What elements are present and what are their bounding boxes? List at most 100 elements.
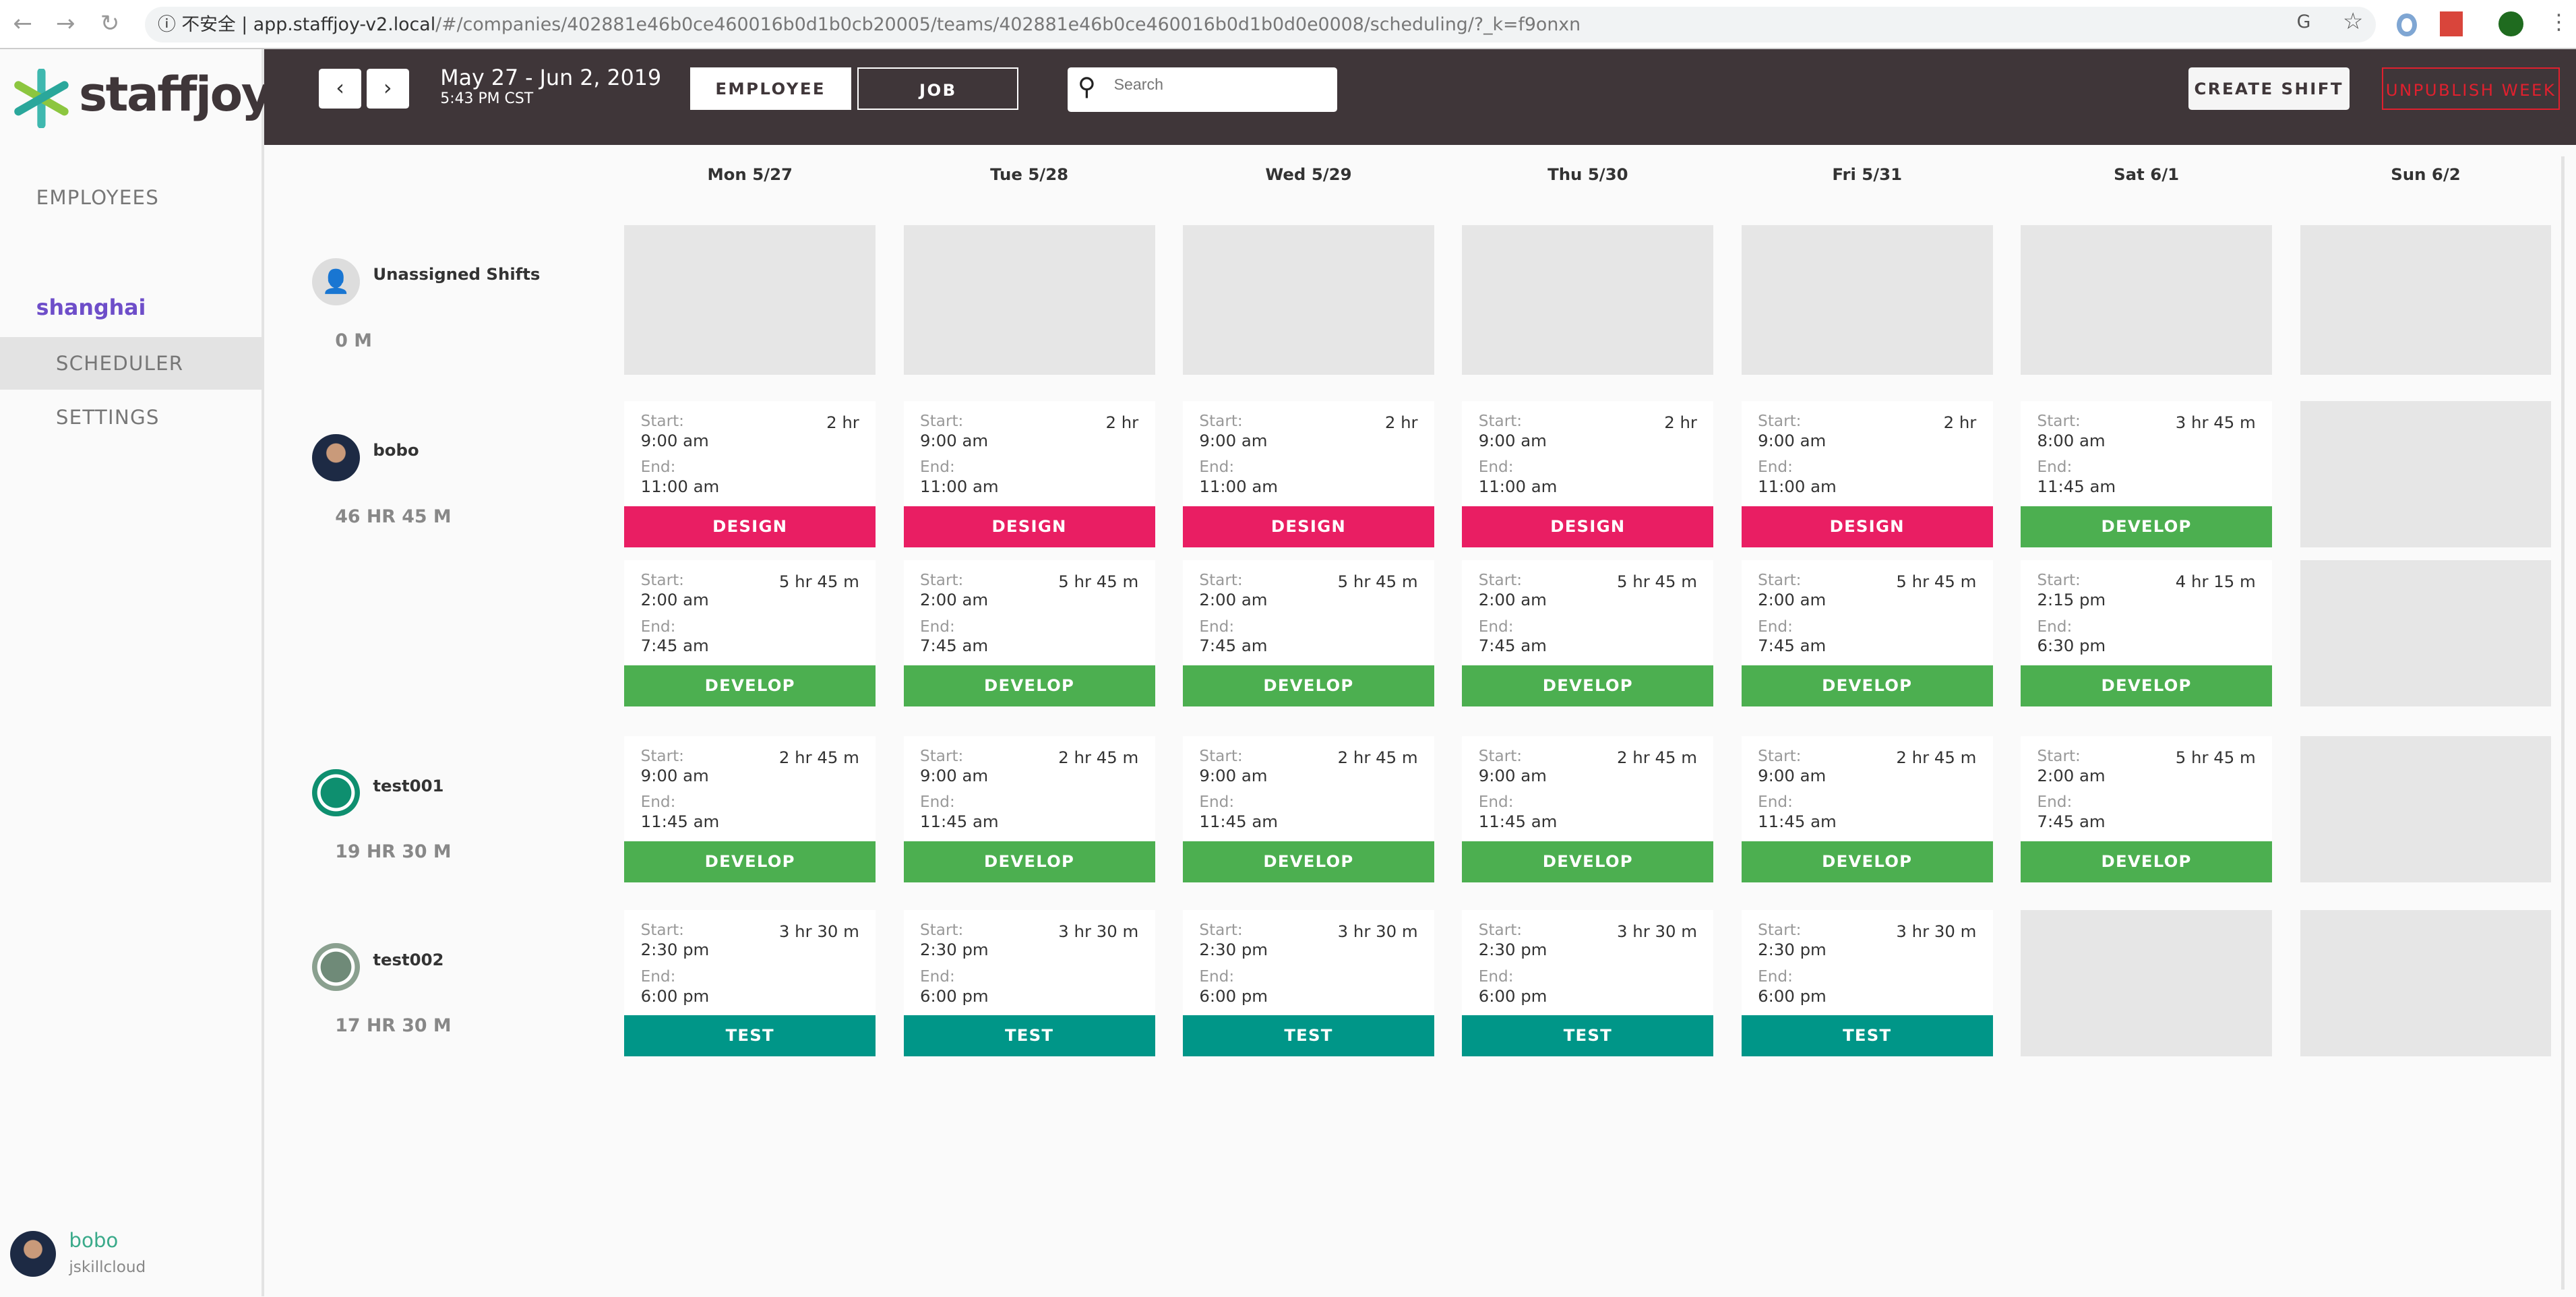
prev-week-button[interactable]: ‹ — [318, 69, 362, 109]
menu-kebab-icon[interactable]: ⋮ — [2548, 10, 2570, 34]
back-icon[interactable]: ← — [13, 10, 33, 37]
end-label: End: — [2037, 793, 2073, 812]
extension-icon[interactable] — [2397, 13, 2417, 36]
shift-card[interactable]: Start: 2:30 pm End: 6:00 pm 3 hr 30 m TEST — [1183, 910, 1434, 1057]
end-label: End: — [1199, 458, 1235, 477]
forward-icon[interactable]: → — [56, 10, 75, 37]
end-label: End: — [2037, 458, 2073, 477]
empty-shift-slot[interactable] — [1183, 224, 1434, 375]
end-label: End: — [640, 793, 676, 812]
create-shift-button[interactable]: CREATE SHIFT — [2188, 67, 2350, 111]
react-devtools-icon[interactable] — [2439, 11, 2463, 36]
shift-duration: 2 hr 45 m — [1617, 748, 1697, 768]
shift-card[interactable]: Start: 2:00 am End: 7:45 am 5 hr 45 m DEVELOP — [1462, 560, 1714, 707]
end-time: 11:00 am — [1199, 476, 1278, 496]
reload-icon[interactable]: ↻ — [100, 10, 120, 37]
employee-name[interactable]: test002 — [373, 950, 443, 969]
shift-card[interactable]: Start: 2:15 pm End: 6:30 pm 4 hr 15 m DEVELOP — [2021, 560, 2273, 707]
end-label: End: — [1478, 458, 1514, 477]
start-time: 9:00 am — [1478, 765, 1547, 785]
person-icon: 👤 — [312, 258, 360, 306]
next-week-button[interactable]: › — [366, 69, 409, 109]
empty-shift-slot[interactable] — [2300, 560, 2552, 707]
shift-card[interactable]: Start: 9:00 am End: 11:45 am 2 hr 45 m DEVELO… — [1183, 736, 1434, 882]
start-time: 9:00 am — [640, 765, 709, 785]
empty-shift-slot[interactable] — [2300, 736, 2552, 882]
employee-name[interactable]: bobo — [373, 440, 419, 460]
shift-card[interactable]: Start: 9:00 am End: 11:00 am 2 hr DESIGN — [903, 400, 1155, 547]
start-label: Start: — [1758, 572, 1802, 590]
empty-shift-slot[interactable] — [1741, 224, 1993, 375]
employee-name[interactable]: test001 — [373, 776, 443, 795]
search-icon: ⚲ — [1078, 72, 1096, 102]
shift-card[interactable]: Start: 9:00 am End: 11:00 am 2 hr DESIGN — [1183, 400, 1434, 547]
end-label: End: — [920, 617, 955, 636]
start-time: 2:00 am — [920, 590, 989, 610]
user-avatar[interactable] — [9, 1230, 56, 1277]
info-icon: ⓘ — [158, 13, 176, 35]
start-time: 9:00 am — [1758, 765, 1827, 785]
end-time: 11:00 am — [640, 476, 720, 496]
start-time: 2:00 am — [1758, 590, 1827, 610]
empty-shift-slot[interactable] — [2021, 910, 2273, 1057]
unpublish-week-button[interactable]: UNPUBLISH WEEK — [2382, 67, 2560, 111]
job-label: DEVELOP — [1741, 665, 1993, 707]
empty-shift-slot[interactable] — [903, 224, 1155, 375]
sidebar-item-scheduler[interactable]: SCHEDULER — [0, 336, 262, 390]
view-job-button[interactable]: JOB — [857, 67, 1019, 111]
start-label: Start: — [920, 412, 964, 430]
sidebar-item-employees[interactable]: EMPLOYEES — [0, 171, 262, 224]
shift-card[interactable]: Start: 9:00 am End: 11:00 am 2 hr DESIGN — [624, 400, 876, 547]
start-label: Start: — [1478, 922, 1523, 940]
start-label: Start: — [1758, 922, 1802, 940]
empty-shift-slot[interactable] — [2300, 224, 2552, 375]
empty-shift-slot[interactable] — [2021, 224, 2273, 375]
employee-avatar — [312, 433, 360, 482]
start-time: 8:00 am — [2037, 430, 2106, 450]
shift-card[interactable]: Start: 2:30 pm End: 6:00 pm 3 hr 30 m TEST — [903, 910, 1155, 1057]
shift-card[interactable]: Start: 9:00 am End: 11:00 am 2 hr DESIGN — [1462, 400, 1714, 547]
extension-icon[interactable] — [2498, 11, 2523, 36]
shift-card[interactable]: Start: 2:00 am End: 7:45 am 5 hr 45 m DEVELOP — [2021, 736, 2273, 882]
shift-card[interactable]: Start: 8:00 am End: 11:45 am 3 hr 45 m DEVELO… — [2021, 400, 2273, 547]
shift-duration: 5 hr 45 m — [1058, 572, 1139, 592]
shift-card[interactable]: Start: 2:30 pm End: 6:00 pm 3 hr 30 m TEST — [1462, 910, 1714, 1057]
shift-card[interactable]: Start: 2:00 am End: 7:45 am 5 hr 45 m DEVELOP — [624, 560, 876, 707]
address-bar[interactable]: ⓘ 不安全 | app.staffjoy-v2.local/#/companie… — [144, 6, 2376, 43]
end-label: End: — [1478, 793, 1514, 812]
start-time: 2:00 am — [640, 590, 709, 610]
end-time: 7:45 am — [1758, 636, 1827, 656]
employee-hours: 19 HR 30 M — [335, 841, 452, 862]
search-box[interactable]: ⚲ — [1068, 67, 1338, 112]
shift-card[interactable]: Start: 9:00 am End: 11:45 am 2 hr 45 m DEVELO… — [624, 736, 876, 882]
employee-hours: 46 HR 45 M — [335, 506, 452, 527]
user-name[interactable]: bobo — [69, 1229, 118, 1252]
shift-card[interactable]: Start: 9:00 am End: 11:45 am 2 hr 45 m DEVELO… — [1741, 736, 1993, 882]
employee-name[interactable]: Unassigned Shifts — [373, 264, 540, 284]
team-name[interactable]: shanghai — [36, 296, 146, 320]
end-label: End: — [1758, 793, 1793, 812]
translate-icon[interactable]: G — [2297, 11, 2311, 32]
search-input[interactable] — [1113, 76, 1328, 94]
shift-card[interactable]: Start: 2:00 am End: 7:45 am 5 hr 45 m DEVELOP — [1741, 560, 1993, 707]
empty-shift-slot[interactable] — [624, 224, 876, 375]
shift-card[interactable]: Start: 2:30 pm End: 6:00 pm 3 hr 30 m TEST — [624, 910, 876, 1057]
bookmark-star-icon[interactable]: ☆ — [2343, 8, 2364, 35]
shift-card[interactable]: Start: 2:00 am End: 7:45 am 5 hr 45 m DEVELOP — [1183, 560, 1434, 707]
scrollbar[interactable] — [2561, 156, 2565, 1290]
empty-shift-slot[interactable] — [2300, 400, 2552, 547]
end-time: 7:45 am — [640, 636, 709, 656]
end-time: 6:30 pm — [2037, 636, 2106, 656]
start-time: 2:30 pm — [1199, 940, 1268, 960]
logo[interactable]: staffjoy — [79, 66, 272, 122]
shift-card[interactable]: Start: 9:00 am End: 11:00 am 2 hr DESIGN — [1741, 400, 1993, 547]
shift-card[interactable]: Start: 9:00 am End: 11:45 am 2 hr 45 m DEVELO… — [1462, 736, 1714, 882]
shift-card[interactable]: Start: 9:00 am End: 11:45 am 2 hr 45 m DEVELO… — [903, 736, 1155, 882]
sidebar-item-settings[interactable]: SETTINGS — [0, 391, 262, 444]
shift-card[interactable]: Start: 2:30 pm End: 6:00 pm 3 hr 30 m TEST — [1741, 910, 1993, 1057]
view-employee-button[interactable]: EMPLOYEE — [689, 67, 851, 111]
shift-card[interactable]: Start: 2:00 am End: 7:45 am 5 hr 45 m DEVELOP — [903, 560, 1155, 707]
end-time: 6:00 pm — [920, 986, 989, 1006]
empty-shift-slot[interactable] — [1462, 224, 1714, 375]
empty-shift-slot[interactable] — [2300, 910, 2552, 1057]
